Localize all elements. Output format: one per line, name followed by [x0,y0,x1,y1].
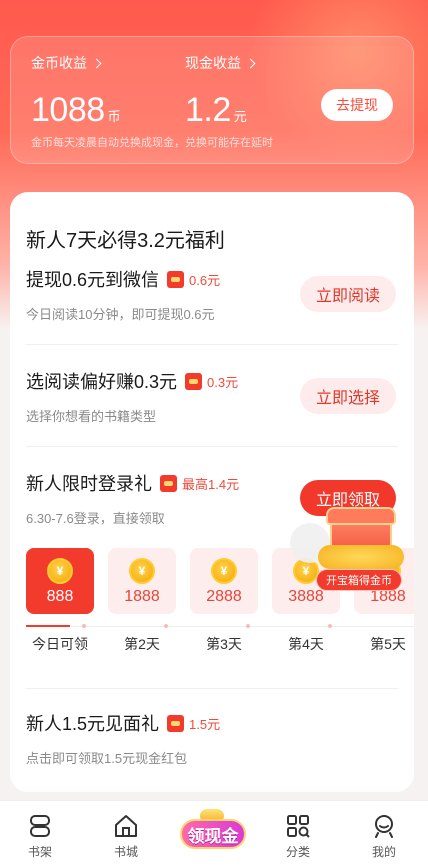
chevron-right-icon [245,58,256,68]
chest-lid [326,507,396,525]
divider [26,446,398,447]
day-amount: 888 [46,588,74,605]
category-icon [287,815,310,838]
red-packet-icon [185,372,203,390]
coin-earnings[interactable]: 金币收益 1088 币 [31,53,121,130]
exchange-note: 金币每天凌晨自动兑换成现金，兑换可能存在延时 [31,137,273,149]
read-now-button[interactable]: 立即阅读 [300,276,396,312]
bookshelf-icon [30,815,50,837]
day-label: 第5天 [370,636,406,652]
divider [26,344,398,345]
withdraw-button[interactable]: 去提现 [321,89,393,121]
task-title-text: 选阅读偏好赚0.3元 [26,372,178,392]
task-reading-preference: 选阅读偏好赚0.3元 0.3元 选择你想看的书籍类型 立即选择 [26,368,398,468]
chest-label: 开宝箱得金币 [316,569,402,591]
cash-earnings-label[interactable]: 现金收益 [185,53,256,73]
red-packet-icon [167,714,185,732]
day-reward-3[interactable]: ¥ 2888 第3天 [190,548,258,654]
reward-tag: 1.5元 [167,714,220,733]
get-cash-bubble: 领现金 [180,819,246,849]
day-label: 第2天 [124,636,160,652]
cash-unit: 元 [233,109,247,124]
coin-earnings-label-text: 金币收益 [31,55,87,71]
cash-earnings[interactable]: 现金收益 1.2 元 [185,53,256,130]
red-packet-icon [160,474,177,492]
task-title-text: 新人限时登录礼 [26,474,152,494]
reward-tag: 0.6元 [167,270,220,289]
tab-label: 分类 [285,845,310,859]
coin-earnings-value: 1088 币 [31,91,121,130]
tab-label: 书架 [27,845,52,859]
day-label: 第4天 [288,636,324,652]
cash-value: 1.2 [185,91,231,129]
treasure-chest-widget[interactable]: 开宝箱得金币 [290,505,406,595]
tab-category[interactable]: 分类 [268,813,328,860]
choose-now-button[interactable]: 立即选择 [300,378,396,414]
coin-value: 1088 [31,91,105,129]
tab-bookshelf[interactable]: 书架 [10,813,70,860]
coin-icon: ¥ [129,558,155,584]
tab-get-cash[interactable]: 领现金 [180,809,246,855]
divider [26,688,398,689]
welfare-title: 新人7天必得3.2元福利 [26,230,225,252]
task-welcome-gift[interactable]: 新人1.5元见面礼 1.5元 点击即可领取1.5元现金红包 [26,710,398,792]
gold-coins-icon [318,545,404,569]
day-reward-box: ¥ 1888 [108,548,176,614]
day-amount: 1888 [124,588,160,605]
day-amount: 2888 [206,588,242,605]
red-packet-icon [167,270,185,288]
tab-bookstore[interactable]: 书城 [96,813,156,860]
coin-icon: ¥ [47,558,73,584]
task-title-text: 提现0.6元到微信 [26,270,160,290]
reward-tag: 最高1.4元 [160,474,239,493]
reward-amount: 0.3元 [207,374,239,390]
coin-icon: ¥ [211,558,237,584]
cash-earnings-label-text: 现金收益 [185,55,241,71]
reward-amount: 1.5元 [189,716,221,732]
task-subtitle: 点击即可领取1.5元现金红包 [26,751,188,766]
day-reward-box: ¥ 888 [26,548,94,614]
reward-amount: 0.6元 [189,272,221,288]
day-reward-box: ¥ 2888 [190,548,258,614]
bottom-tab-bar: 书架 书城 领现金 分类 我的 [0,800,428,868]
day-reward-2[interactable]: ¥ 1888 第2天 [108,548,176,654]
reward-amount: 最高1.4元 [182,476,240,492]
coin-unit: 币 [107,109,121,124]
coin-earnings-label[interactable]: 金币收益 [31,53,121,73]
task-title-text: 新人1.5元见面礼 [26,714,160,734]
task-withdraw-wechat: 提现0.6元到微信 0.6元 今日阅读10分钟，即可提现0.6元 立即阅读 [26,266,398,366]
day-reward-1[interactable]: ¥ 888 今日可领 [26,548,94,654]
day-label: 今日可领 [32,636,88,652]
welfare-card: 新人7天必得3.2元福利 提现0.6元到微信 0.6元 今日阅读10分钟，即可提… [10,192,414,792]
chevron-right-icon [91,58,102,68]
earnings-card: 金币收益 1088 币 现金收益 1.2 元 去提现 金币每天凌晨自动兑换成现金… [10,36,414,164]
tab-label: 我的 [371,845,396,859]
cash-earnings-value: 1.2 元 [185,91,254,130]
tab-label: 书城 [113,845,138,859]
reward-tag: 0.3元 [185,372,238,391]
day-label: 第3天 [206,636,242,652]
task-title: 新人1.5元见面礼 1.5元 [26,710,398,736]
profile-icon [375,815,393,838]
home-icon [115,815,137,837]
tab-profile[interactable]: 我的 [354,813,414,860]
